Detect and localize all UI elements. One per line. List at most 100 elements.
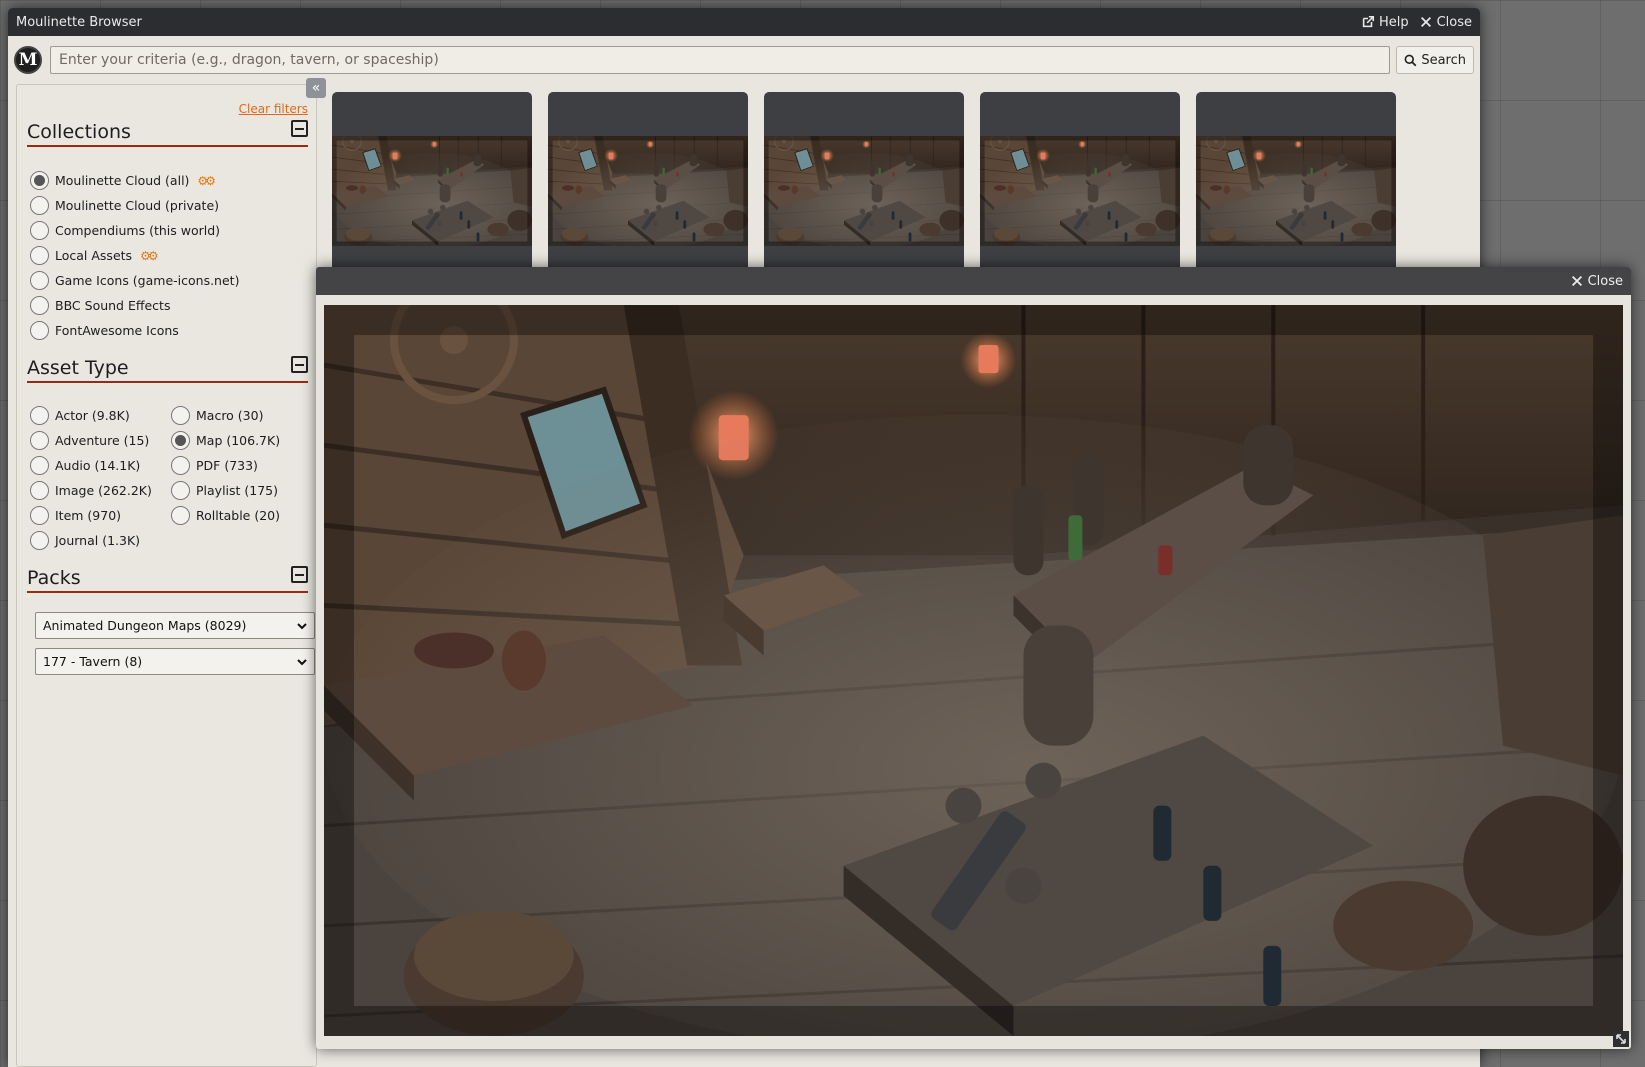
external-link-icon <box>1362 15 1374 28</box>
map-thumbnail[interactable] <box>548 92 748 292</box>
help-button[interactable]: Help <box>1361 15 1409 30</box>
search-button-label: Search <box>1421 52 1466 68</box>
radio-button[interactable] <box>30 296 49 315</box>
packs-header: Packs <box>27 563 308 593</box>
tavern-map-preview-image <box>324 305 1623 1036</box>
radio-button[interactable] <box>30 221 49 240</box>
search-button[interactable]: Search <box>1396 46 1474 74</box>
map-thumbnail[interactable] <box>980 92 1180 292</box>
minus-square-icon[interactable] <box>291 566 308 583</box>
search-input[interactable] <box>50 46 1391 74</box>
radio-label: Local Assets <box>55 248 133 263</box>
radio-label: Moulinette Cloud (all) <box>55 173 190 188</box>
radio-option[interactable]: BBC Sound Effects <box>30 296 170 315</box>
radio-button[interactable] <box>30 431 49 450</box>
help-label: Help <box>1378 14 1409 30</box>
radio-option[interactable]: Local Assets ⚙⚙ <box>30 246 158 265</box>
radio-option[interactable]: Playlist (175) <box>171 481 278 500</box>
radio-label: Actor (9.8K) <box>55 408 130 423</box>
close-x-icon <box>1420 17 1431 27</box>
radio-button[interactable] <box>30 196 49 215</box>
radio-button[interactable] <box>30 271 49 290</box>
radio-label: Moulinette Cloud (private) <box>55 198 220 213</box>
map-thumbnail[interactable] <box>332 92 532 292</box>
chevron-down-icon <box>297 658 307 665</box>
collections-title: Collections <box>27 121 131 143</box>
radio-option[interactable]: Audio (14.1K) <box>30 456 140 475</box>
radio-label: Playlist (175) <box>196 483 279 498</box>
radio-option[interactable]: FontAwesome Icons <box>30 321 179 340</box>
radio-option[interactable]: Game Icons (game-icons.net) <box>30 271 239 290</box>
radio-button[interactable] <box>30 481 49 500</box>
radio-button[interactable] <box>30 456 49 475</box>
window-header[interactable]: Moulinette Browser Help Close <box>8 8 1480 36</box>
collapse-sidebar-button[interactable]: « <box>306 78 326 98</box>
tavern-thumbnail-image <box>332 136 532 246</box>
radio-button[interactable] <box>30 506 49 525</box>
radio-option[interactable]: Item (970) <box>30 506 121 525</box>
radio-label: Rolltable (20) <box>196 508 281 523</box>
minus-square-icon[interactable] <box>291 356 308 373</box>
gears-icon[interactable]: ⚙⚙ <box>140 249 158 263</box>
moulinette-logo: M <box>14 46 42 74</box>
radio-button[interactable] <box>30 531 49 550</box>
radio-label: FontAwesome Icons <box>55 323 179 338</box>
radio-label: Audio (14.1K) <box>55 458 141 473</box>
radio-button[interactable] <box>30 321 49 340</box>
resize-corner-icon[interactable] <box>1613 1031 1629 1047</box>
radio-option[interactable]: Moulinette Cloud (private) <box>30 196 219 215</box>
radio-option[interactable]: Adventure (15) <box>30 431 149 450</box>
asset-type-header: Asset Type <box>27 353 308 383</box>
map-thumbnail[interactable] <box>1196 92 1396 292</box>
magnifier-icon <box>1404 54 1417 66</box>
radio-label: Image (262.2K) <box>55 483 152 498</box>
tavern-thumbnail-image <box>764 136 964 246</box>
radio-button[interactable] <box>171 456 190 475</box>
chevron-down-icon <box>297 622 307 629</box>
packs-title: Packs <box>27 567 81 589</box>
pack-select[interactable]: 177 - Tavern (8) <box>35 648 315 675</box>
radio-option[interactable]: Actor (9.8K) <box>30 406 130 425</box>
double-chevron-left-icon: « <box>311 80 321 96</box>
map-thumbnail[interactable] <box>764 92 964 292</box>
radio-option[interactable]: Journal (1.3K) <box>30 531 140 550</box>
window-title: Moulinette Browser <box>16 14 142 30</box>
minus-square-icon[interactable] <box>291 120 308 137</box>
radio-label: Map (106.7K) <box>196 433 281 448</box>
creator-select[interactable]: Animated Dungeon Maps (8029) <box>35 612 315 639</box>
radio-button[interactable] <box>171 506 190 525</box>
close-label: Close <box>1436 14 1472 30</box>
radio-label: BBC Sound Effects <box>55 298 171 313</box>
close-x-icon <box>1571 276 1582 286</box>
preview-header[interactable]: Close <box>316 267 1631 295</box>
radio-label: Adventure (15) <box>55 433 150 448</box>
radio-button[interactable] <box>171 406 190 425</box>
asset-type-title: Asset Type <box>27 357 129 379</box>
radio-label: Compendiums (this world) <box>55 223 221 238</box>
radio-option[interactable]: Map (106.7K) <box>171 431 280 450</box>
gears-icon[interactable]: ⚙⚙ <box>197 174 215 188</box>
preview-close-label: Close <box>1587 273 1623 289</box>
close-button[interactable]: Close <box>1419 15 1472 30</box>
search-bar: M Search <box>14 41 1474 79</box>
radio-option[interactable]: Image (262.2K) <box>30 481 152 500</box>
tavern-thumbnail-image <box>980 136 1180 246</box>
collections-header: Collections <box>27 117 308 147</box>
filters-sidebar: Clear filters Collections Asset Type Pac… <box>16 84 317 1067</box>
radio-option[interactable]: Rolltable (20) <box>171 506 280 525</box>
radio-option[interactable]: PDF (733) <box>171 456 258 475</box>
radio-option[interactable]: Compendiums (this world) <box>30 221 220 240</box>
radio-button[interactable] <box>171 481 190 500</box>
radio-button[interactable] <box>30 246 49 265</box>
radio-option[interactable]: Moulinette Cloud (all) ⚙⚙ <box>30 171 216 190</box>
clear-filters-link[interactable]: Clear filters <box>239 102 308 116</box>
preview-close-button[interactable]: Close <box>1570 274 1623 289</box>
radio-button[interactable] <box>30 171 49 190</box>
pack-select-value: 177 - Tavern (8) <box>43 654 143 669</box>
radio-label: Item (970) <box>55 508 122 523</box>
radio-label: Macro (30) <box>196 408 264 423</box>
radio-button[interactable] <box>171 431 190 450</box>
radio-option[interactable]: Macro (30) <box>171 406 263 425</box>
tavern-thumbnail-image <box>1196 136 1396 246</box>
radio-button[interactable] <box>30 406 49 425</box>
